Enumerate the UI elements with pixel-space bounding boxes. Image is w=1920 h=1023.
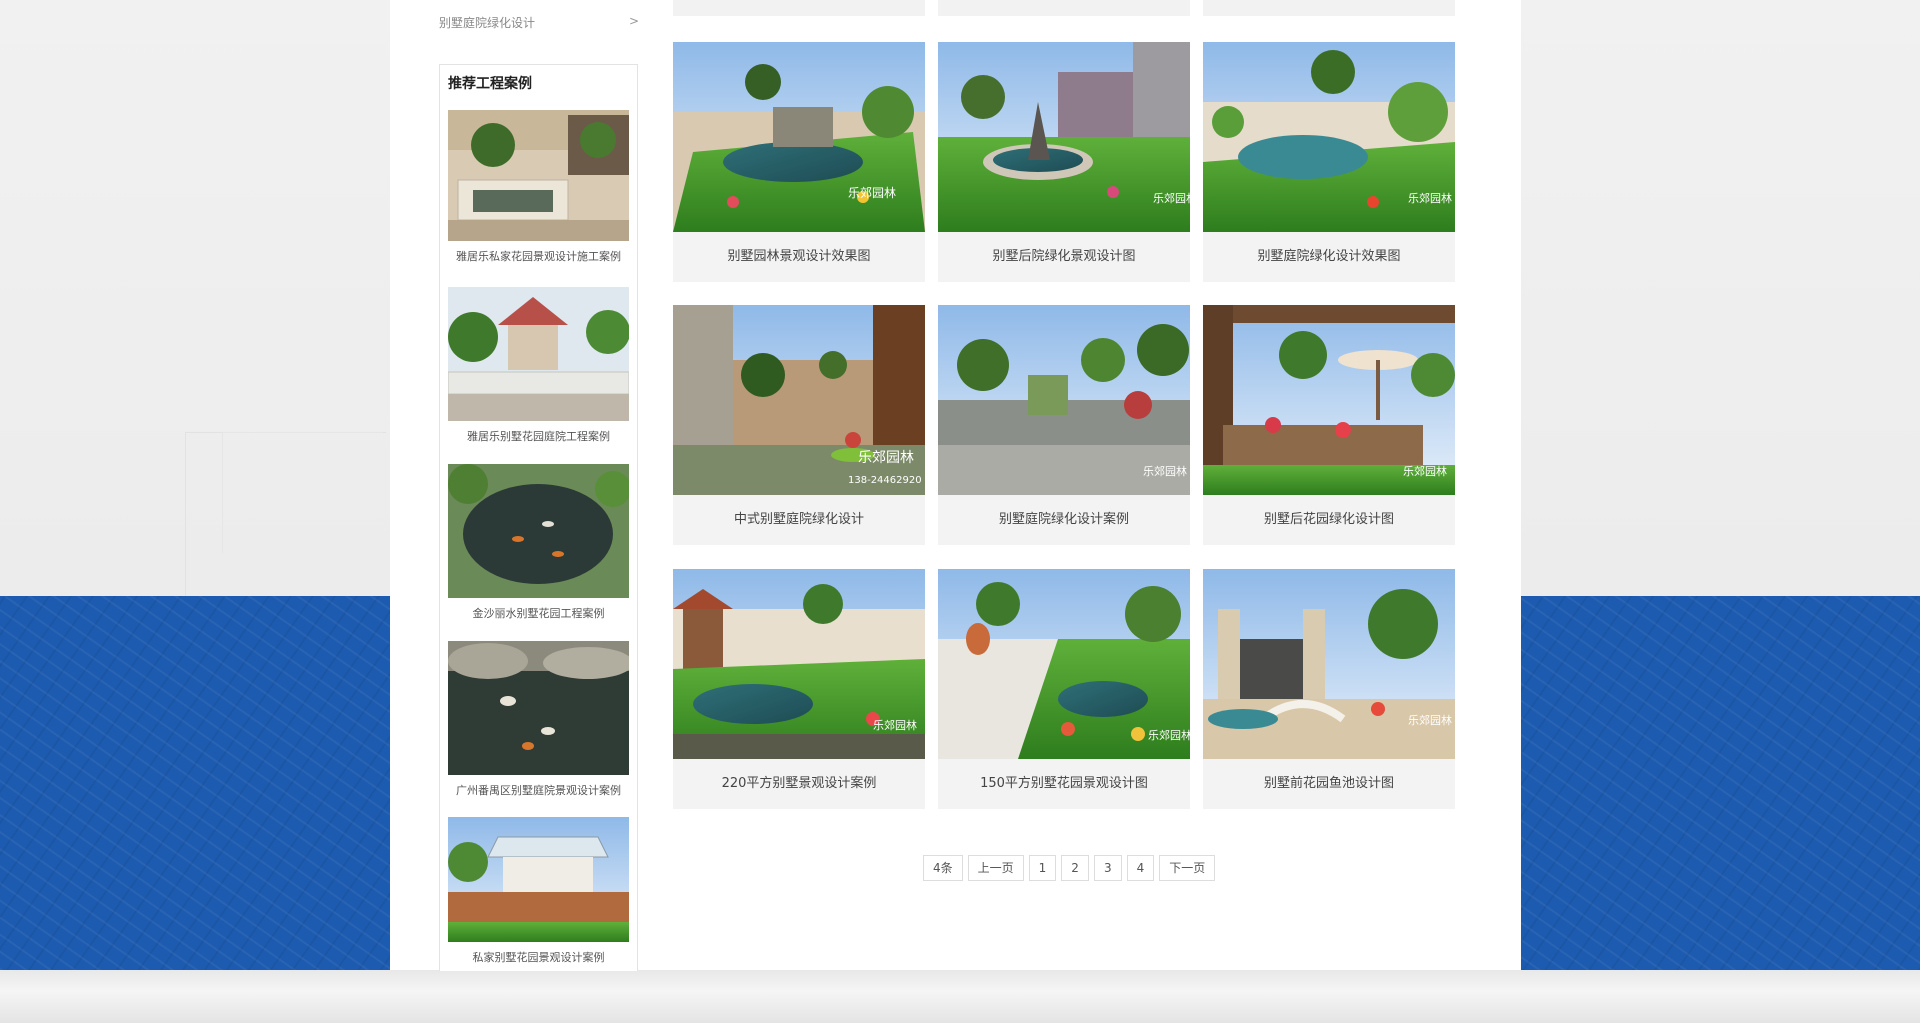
watermark-text: 乐郊园林	[873, 718, 917, 732]
watermark-text: 乐郊园林	[848, 186, 896, 200]
project-card[interactable]: 乐郊园林 别墅后花园绿化设计图	[1203, 305, 1455, 545]
pagination: 4条 上一页 1 2 3 4 下一页	[923, 855, 1216, 881]
project-title: 150平方别墅花园景观设计图	[980, 776, 1148, 791]
case-caption: 私家别墅花园景观设计案例	[472, 951, 605, 964]
project-card[interactable]: 乐郊园林 138-24462920 中式别墅庭院绿化设计	[673, 305, 925, 545]
case-caption: 雅居乐别墅花园庭院工程案例	[467, 430, 610, 443]
project-card[interactable]: 乐郊园林 别墅后院绿化景观设计图	[938, 42, 1190, 282]
case-thumbnail-image	[448, 110, 629, 241]
project-title: 别墅园林景观设计效果图	[727, 249, 871, 264]
watermark-text: 乐郊园林	[1148, 728, 1190, 742]
watermark-text: 乐郊园林	[1408, 713, 1452, 727]
project-title: 别墅庭院绿化设计效果图	[1257, 249, 1401, 264]
recommended-case-item[interactable]: 雅居乐私家花园景观设计施工案例	[448, 110, 629, 264]
recommended-case-item[interactable]: 雅居乐别墅花园庭院工程案例	[448, 287, 629, 444]
recommended-cases-title: 推荐工程案例	[448, 76, 532, 92]
sidebar-category-link[interactable]: 别墅庭院绿化设计 >	[439, 14, 639, 34]
project-card[interactable]: 乐郊园林 别墅前花园鱼池设计图	[1203, 569, 1455, 809]
watermark-text: 乐郊园林	[1408, 191, 1452, 205]
pagination-page-4[interactable]: 4	[1126, 855, 1155, 881]
card-edge	[938, 0, 1190, 16]
project-card[interactable]: 乐郊园林 别墅园林景观设计效果图	[673, 42, 925, 282]
case-caption: 广州番禺区别墅庭院景观设计案例	[456, 784, 621, 797]
project-image: 乐郊园林	[1203, 42, 1455, 232]
project-title: 中式别墅庭院绿化设计	[733, 512, 864, 527]
project-card[interactable]: 乐郊园林 别墅庭院绿化设计效果图	[1203, 42, 1455, 282]
project-title: 别墅前花园鱼池设计图	[1263, 776, 1394, 791]
category-link-label: 别墅庭院绿化设计	[439, 16, 536, 30]
project-image: 乐郊园林	[1203, 305, 1455, 495]
project-title: 220平方别墅景观设计案例	[721, 776, 877, 791]
main-content-panel: 别墅庭院绿化设计 > 推荐工程案例 雅居乐私家花园景观设计施工案例 雅居乐别墅花…	[390, 0, 1521, 971]
card-edge	[1203, 0, 1455, 16]
watermark-phone: 138-24462920	[848, 475, 922, 486]
project-image: 乐郊园林	[673, 569, 925, 759]
pagination-page-1[interactable]: 1	[1028, 855, 1057, 881]
case-caption: 雅居乐私家花园景观设计施工案例	[456, 250, 621, 263]
project-card[interactable]: 乐郊园林 220平方别墅景观设计案例	[673, 569, 925, 809]
pagination-page-2[interactable]: 2	[1061, 855, 1089, 881]
case-thumbnail-image	[448, 817, 629, 942]
project-card[interactable]: 乐郊园林 别墅庭院绿化设计案例	[938, 305, 1190, 545]
chevron-right-icon: >	[628, 14, 639, 28]
project-title: 别墅庭院绿化设计案例	[998, 512, 1129, 527]
project-title: 别墅后花园绿化设计图	[1263, 512, 1394, 527]
project-title: 别墅后院绿化景观设计图	[992, 249, 1136, 264]
case-thumbnail-image	[448, 287, 629, 421]
recommended-case-item[interactable]: 金沙丽水别墅花园工程案例	[448, 464, 629, 621]
case-thumbnail-image	[448, 464, 629, 598]
background-decoration	[222, 432, 383, 553]
project-image: 乐郊园林	[938, 42, 1190, 232]
pagination-next-button[interactable]: 下一页	[1159, 855, 1216, 881]
watermark-text: 乐郊园林	[858, 449, 914, 466]
recommended-cases-box: 推荐工程案例 雅居乐私家花园景观设计施工案例 雅居乐别墅花园庭院工程案例 金沙丽…	[439, 64, 638, 971]
pagination-page-3[interactable]: 3	[1093, 855, 1122, 881]
watermark-text: 乐郊园林	[1143, 464, 1187, 478]
project-image: 乐郊园林	[673, 42, 925, 232]
pagination-prev-button[interactable]: 上一页	[967, 855, 1024, 881]
project-image: 乐郊园林	[1203, 569, 1455, 759]
project-image: 乐郊园林 138-24462920	[673, 305, 925, 495]
card-edge	[673, 0, 925, 16]
case-caption: 金沙丽水别墅花园工程案例	[472, 607, 605, 620]
project-image: 乐郊园林	[938, 305, 1190, 495]
footer-band	[0, 970, 1920, 1023]
pagination-total: 4条	[923, 855, 963, 881]
project-card[interactable]: 乐郊园林 150平方别墅花园景观设计图	[938, 569, 1190, 809]
watermark-text: 乐郊园林	[1153, 191, 1190, 205]
watermark-text: 乐郊园林	[1403, 464, 1447, 478]
recommended-case-item[interactable]: 广州番禺区别墅庭院景观设计案例	[448, 641, 629, 798]
case-thumbnail-image	[448, 641, 629, 775]
recommended-case-item[interactable]: 私家别墅花园景观设计案例	[448, 817, 629, 965]
project-image: 乐郊园林	[938, 569, 1190, 759]
